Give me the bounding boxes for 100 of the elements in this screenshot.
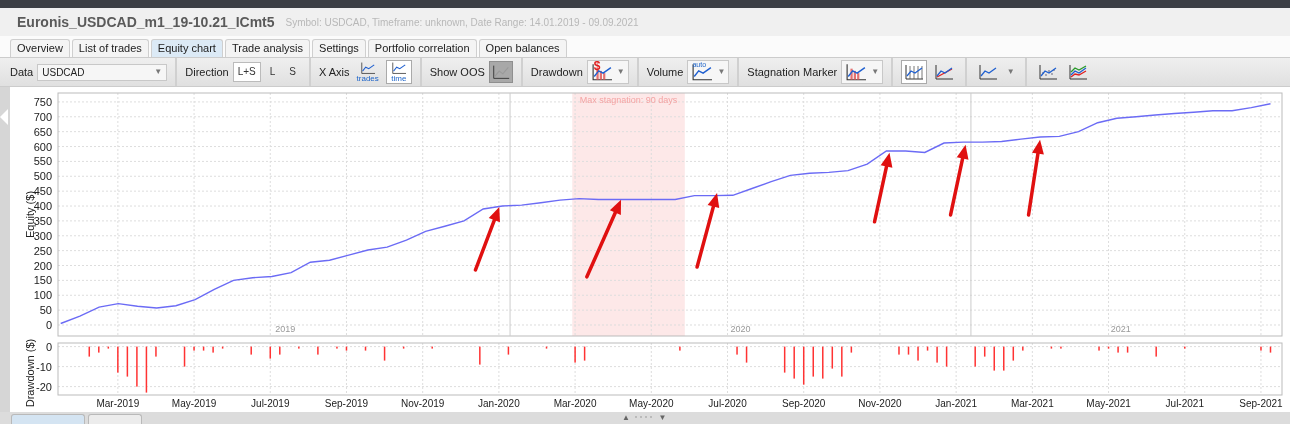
direction-option[interactable]: L+S: [232, 62, 261, 82]
axis-label: 0: [45, 319, 52, 331]
drawdown-bar: [850, 346, 853, 353]
drawdown-bar: [1107, 346, 1110, 349]
year-label: 2021: [1110, 324, 1131, 334]
drawdown-bar: [221, 346, 224, 349]
drawdown-bar: [202, 346, 205, 351]
drawdown-bar: [402, 346, 405, 349]
drawdown-bar: [383, 346, 386, 361]
tab[interactable]: Trade analysis: [224, 39, 311, 57]
x-axis-label: X Axis: [318, 64, 350, 80]
data-label: Data: [10, 64, 34, 80]
drawdown-bar: [1012, 346, 1015, 361]
arrow: [473, 206, 500, 272]
drawdown-bar: [364, 346, 367, 351]
drawdown-bar: [1050, 346, 1053, 349]
axis-label: 700: [33, 110, 52, 123]
line-chart-icon: [490, 63, 511, 81]
tab[interactable]: Open balances: [478, 39, 567, 57]
axis-label: Sep-2019: [324, 398, 369, 409]
axis-label: 750: [33, 95, 52, 108]
drawdown-bar: [507, 346, 510, 355]
drawdown-bar: [107, 346, 110, 349]
tab[interactable]: Equity chart: [150, 39, 223, 57]
splitter-up-arrow[interactable]: ▲: [622, 412, 631, 424]
drawdown-bar: [926, 346, 929, 351]
axis-label: 250: [33, 244, 52, 257]
axis-label: Mar-2019: [96, 398, 140, 409]
tab[interactable]: Settings: [312, 39, 366, 57]
drawdown-bar: [1269, 346, 1272, 353]
trend-line-icon: [933, 62, 956, 82]
axis-label: Mar-2020: [553, 398, 597, 409]
drawdown-bar: [802, 346, 805, 385]
splitter-down-arrow[interactable]: ▼: [658, 412, 668, 424]
line-chart-icon: [977, 62, 1000, 82]
axis-label: May-2020: [629, 398, 674, 409]
drawdown-bar: [907, 346, 910, 355]
drawdown-bar: [545, 346, 548, 349]
drawdown-bar: [345, 346, 348, 351]
tab[interactable]: Portfolio correlation: [367, 39, 477, 57]
axis-label: 100: [33, 289, 52, 302]
drawdown-bar: [183, 346, 186, 367]
grid-chart-icon: [903, 62, 926, 82]
axis-label: Sep-2021: [1239, 398, 1283, 409]
axis-label: 50: [39, 304, 52, 317]
drawdown-bar: [745, 346, 748, 363]
axis-label: Nov-2020: [858, 398, 902, 409]
axis-label: 600: [33, 140, 52, 153]
axis-label: Jul-2021: [1165, 398, 1204, 409]
multi-line-chart-icon: [1066, 62, 1089, 82]
axis-label: 650: [33, 125, 52, 138]
year-label: 2020: [730, 324, 751, 334]
drawdown-bar: [983, 346, 986, 357]
direction-option[interactable]: L: [264, 62, 281, 82]
direction-option[interactable]: S: [284, 62, 301, 82]
drawdown-bar: [945, 346, 948, 367]
axis-label: Jan-2020: [478, 398, 520, 409]
direction-label: Direction: [185, 64, 229, 80]
axis-label: 150: [33, 274, 52, 287]
axis-title: Drawdown ($): [24, 339, 36, 408]
tab[interactable]: Overview: [10, 39, 70, 57]
volume-label: Volume: [646, 64, 684, 80]
axis-label: -20: [36, 380, 52, 393]
show-oos-label: Show OOS: [429, 64, 485, 80]
drawdown-label: Drawdown: [530, 64, 583, 80]
x-axis-button[interactable]: time: [385, 60, 412, 84]
drawdown-bar: [1126, 346, 1129, 353]
axis-label: Nov-2019: [401, 398, 445, 409]
axis-label: 0: [45, 340, 52, 353]
collapse-arrow-icon: [0, 109, 8, 125]
drawdown-button[interactable]: $ ▼: [586, 60, 629, 84]
stagnation-label: Stagnation Marker: [747, 64, 838, 80]
axis-label: 300: [33, 229, 52, 242]
axis-label: 550: [33, 155, 52, 168]
stagnation-button[interactable]: ▼: [841, 60, 884, 84]
tab[interactable]: List of trades: [71, 39, 149, 57]
band-label: Max stagnation: 90 days: [579, 95, 678, 105]
x-axis-button[interactable]: trades: [353, 60, 382, 84]
scatter-chart-icon: [1036, 62, 1059, 82]
drawdown-bar: [783, 346, 786, 373]
axis-label: 200: [33, 259, 52, 272]
arrow: [872, 152, 893, 224]
chart-view-button[interactable]: [901, 60, 928, 84]
axis-label: 500: [33, 170, 52, 183]
axis-label: May-2021: [1086, 398, 1131, 409]
axis-label: -10: [36, 360, 52, 373]
axis-label: Sep-2020: [782, 398, 826, 409]
line-style-button[interactable]: ▼: [975, 60, 1017, 84]
window-title: Euronis_USDCAD_m1_19-10.21_ICmt5: [17, 12, 275, 32]
drawdown-bar: [145, 346, 148, 393]
drawdown-bar: [831, 346, 834, 369]
axis-label: Jan-2021: [935, 398, 977, 409]
drawdown-bar: [583, 346, 586, 361]
axis-label: May-2019: [171, 398, 217, 409]
year-label: 2019: [275, 324, 296, 334]
axis-label: Jul-2020: [708, 398, 747, 409]
data-select[interactable]: USDCAD ▼: [37, 63, 168, 81]
axis-label: Mar-2021: [1010, 398, 1054, 409]
drawdown-bar: [126, 346, 129, 377]
axis-label: Jul-2019: [251, 398, 290, 409]
